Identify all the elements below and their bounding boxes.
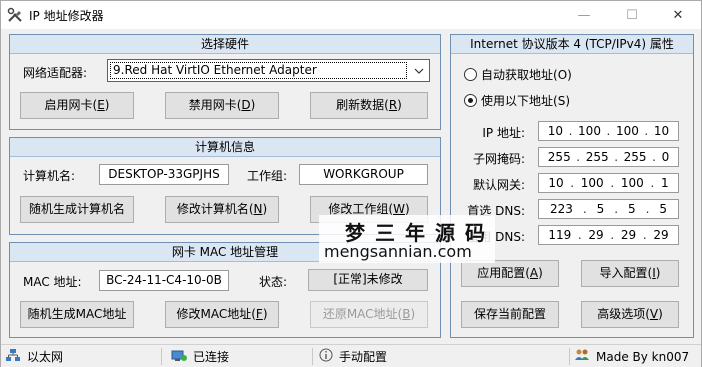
computer-header: 计算机信息: [10, 138, 440, 157]
mac-status-label: 状态:: [259, 275, 288, 289]
hardware-header: 选择硬件: [10, 35, 440, 54]
refresh-button[interactable]: 刷新数据(R): [310, 92, 428, 119]
restore-mac-button[interactable]: 还原MAC地址(B): [310, 301, 428, 328]
modify-computer-name-button[interactable]: 修改计算机名(N): [165, 196, 279, 223]
app-window: IP 地址修改器 — ☐ ✕ 选择硬件 网络适配器: 9.Red Hat Vir…: [0, 0, 702, 367]
gateway-field[interactable]: 10. 100. 100. 1: [538, 173, 679, 193]
watermark-url-text: mengsannian.com: [324, 242, 472, 261]
mac-label: MAC 地址:: [23, 275, 82, 289]
status-mode: 手动配置: [319, 345, 387, 367]
computer-name-field[interactable]: DESKTOP-33GPJHS: [99, 164, 229, 185]
adapter-label: 网络适配器:: [23, 66, 88, 80]
window-title: IP 地址修改器: [29, 9, 104, 23]
save-config-button[interactable]: 保存当前配置: [461, 301, 559, 328]
ip-address-label: IP 地址:: [482, 126, 525, 140]
mac-status-badge: [正常]未修改: [308, 269, 428, 291]
radio-auto-dot[interactable]: [464, 68, 477, 81]
import-config-button[interactable]: 导入配置(I): [581, 260, 679, 287]
title-bar: IP 地址修改器 — ☐ ✕: [1, 1, 701, 29]
status-network: 以太网: [5, 345, 63, 367]
random-computer-name-button[interactable]: 随机生成计算机名: [20, 196, 134, 223]
maximize-button[interactable]: ☐: [609, 1, 655, 29]
status-connection: 已连接: [171, 345, 229, 367]
minimize-button[interactable]: —: [561, 1, 607, 29]
adapter-value: 9.Red Hat VirtIO Ethernet Adapter: [110, 62, 407, 79]
mac-field[interactable]: BC-24-11-C4-10-0B: [99, 270, 229, 291]
status-bar: 以太网 已连接 手动配置 Made By kn007: [1, 344, 701, 367]
subnet-mask-field[interactable]: 255. 255. 255. 0: [538, 147, 679, 167]
info-icon: [319, 348, 333, 365]
enable-nic-button[interactable]: 启用网卡(E): [20, 92, 134, 119]
network-icon: [5, 348, 21, 365]
apply-config-button[interactable]: 应用配置(A): [461, 260, 559, 287]
advanced-options-button[interactable]: 高级选项(V): [581, 301, 679, 328]
disable-nic-button[interactable]: 禁用网卡(D): [165, 92, 279, 119]
workgroup-label: 工作组:: [247, 169, 288, 183]
radio-manual-dot[interactable]: [464, 94, 477, 107]
alternate-dns-field[interactable]: 119. 29. 29. 29: [538, 225, 679, 245]
adapter-select[interactable]: 9.Red Hat VirtIO Ethernet Adapter: [107, 59, 430, 82]
connected-icon: [171, 348, 187, 365]
ipv4-header: Internet 协议版本 4 (TCP/IPv4) 属性: [451, 35, 693, 54]
manual-address-radio[interactable]: 使用以下地址(S): [464, 92, 570, 109]
chevron-down-icon[interactable]: [409, 60, 429, 81]
status-author: Made By kn007: [574, 345, 689, 367]
tools-icon: [7, 7, 23, 23]
random-mac-button[interactable]: 随机生成MAC地址: [20, 301, 134, 328]
auto-address-radio[interactable]: 自动获取地址(O): [464, 66, 572, 83]
workgroup-field[interactable]: WORKGROUP: [299, 164, 428, 185]
subnet-mask-label: 子网掩码:: [472, 152, 525, 166]
auto-address-label: 自动获取地址(O): [481, 68, 572, 82]
modify-mac-button[interactable]: 修改MAC地址(F): [165, 301, 279, 328]
manual-address-label: 使用以下地址(S): [481, 94, 570, 108]
close-button[interactable]: ✕: [655, 1, 701, 29]
preferred-dns-field[interactable]: 223. 5. 5. 5: [538, 199, 679, 219]
gateway-label: 默认网关:: [472, 178, 525, 192]
watermark-overlay: 梦三年源码 mengsannian.com: [319, 215, 495, 263]
ip-address-field[interactable]: 10. 100. 100. 10: [538, 121, 679, 141]
computer-name-label: 计算机名:: [23, 169, 76, 183]
users-icon: [574, 348, 590, 365]
